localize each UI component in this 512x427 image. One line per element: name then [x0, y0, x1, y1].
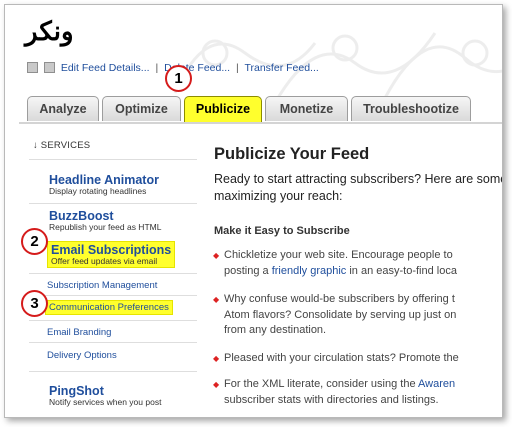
divider [29, 342, 197, 343]
divider [29, 295, 197, 296]
tab-monetize[interactable]: Monetize [265, 96, 348, 121]
service-headline-animator[interactable]: Headline Animator Display rotating headl… [49, 173, 159, 196]
bullet-item: Pleased with your circulation stats? Pro… [213, 351, 459, 367]
service-pingshot[interactable]: PingShot Notify services when you post [49, 384, 161, 407]
awareness-link[interactable]: Awaren [418, 378, 455, 390]
divider [29, 203, 197, 204]
service-buzzboost[interactable]: BuzzBoost Republish your feed as HTML [49, 209, 161, 232]
separator: | [155, 62, 159, 74]
link-communication-preferences[interactable]: Communication Preferences [45, 300, 173, 315]
tab-bar: Analyze Optimize Publicize Monetize Trou… [27, 96, 502, 122]
bullet-item: Why confuse would-be subscribers by offe… [213, 292, 457, 339]
bullet-line: For the XML literate, consider using the… [224, 378, 456, 390]
link-subscription-management[interactable]: Subscription Management [47, 280, 157, 291]
bullet-line: Atom flavors? Consolidate by serving up … [224, 308, 457, 321]
link-delivery-options[interactable]: Delivery Options [47, 350, 117, 361]
service-title: Email Subscriptions [51, 243, 172, 257]
link-email-branding[interactable]: Email Branding [47, 327, 111, 338]
feed-settings-icon[interactable] [43, 62, 55, 73]
service-title: PingShot [49, 384, 104, 398]
divider [29, 371, 197, 372]
service-title: BuzzBoost [49, 209, 114, 223]
tab-analyze[interactable]: Analyze [27, 96, 99, 121]
bullet-line: Why confuse would-be subscribers by offe… [224, 293, 455, 305]
intro-line: maximizing your reach: [214, 189, 343, 203]
annotation-badge-1: 1 [165, 65, 192, 92]
service-subtitle: Display rotating headlines [49, 186, 147, 196]
tab-troubleshootize[interactable]: Troubleshootize [351, 96, 471, 121]
intro-text: Ready to start attracting subscribers? H… [214, 171, 503, 205]
divider [29, 159, 197, 160]
intro-line: Ready to start attracting subscribers? H… [214, 172, 503, 186]
bullet-line: subscriber stats with directories and li… [224, 393, 439, 406]
tab-publicize[interactable]: Publicize [184, 96, 262, 122]
bullet-line: Chickletize your web site. Encourage peo… [224, 249, 453, 261]
page-title: Publicize Your Feed [214, 145, 370, 163]
service-subtitle: Republish your feed as HTML [49, 222, 162, 232]
service-subtitle: Notify services when you post [49, 397, 162, 407]
service-title: Headline Animator [49, 173, 159, 187]
friendly-graphic-link[interactable]: friendly graphic [272, 265, 347, 277]
bullet-line: Pleased with your circulation stats? Pro… [224, 352, 459, 364]
rss-icon[interactable] [27, 62, 38, 73]
annotation-badge-3: 3 [21, 290, 48, 317]
section-heading: Make it Easy to Subscribe [214, 225, 350, 237]
service-subtitle: Offer feed updates via email [51, 256, 158, 266]
divider [29, 273, 197, 274]
screenshot-frame: ونكر Edit Feed Details... | Delete Feed.… [4, 4, 503, 418]
feed-title: ونكر [25, 17, 74, 47]
services-heading[interactable]: ↓ SERVICES [33, 140, 90, 151]
edit-feed-link[interactable]: Edit Feed Details... [61, 62, 150, 74]
bullet-item: For the XML literate, consider using the… [213, 377, 456, 408]
bullet-item: Chickletize your web site. Encourage peo… [213, 248, 457, 279]
annotation-badge-2: 2 [21, 228, 48, 255]
separator: | [236, 62, 239, 74]
service-email-subscriptions[interactable]: Email Subscriptions Offer feed updates v… [47, 241, 176, 268]
bullet-line: posting a friendly graphic in an easy-to… [224, 264, 457, 277]
tab-optimize[interactable]: Optimize [102, 96, 181, 121]
tab-underline [19, 122, 502, 124]
divider [29, 320, 197, 321]
transfer-feed-link[interactable]: Transfer Feed... [244, 62, 318, 74]
bullet-line: from any destination. [224, 324, 327, 336]
